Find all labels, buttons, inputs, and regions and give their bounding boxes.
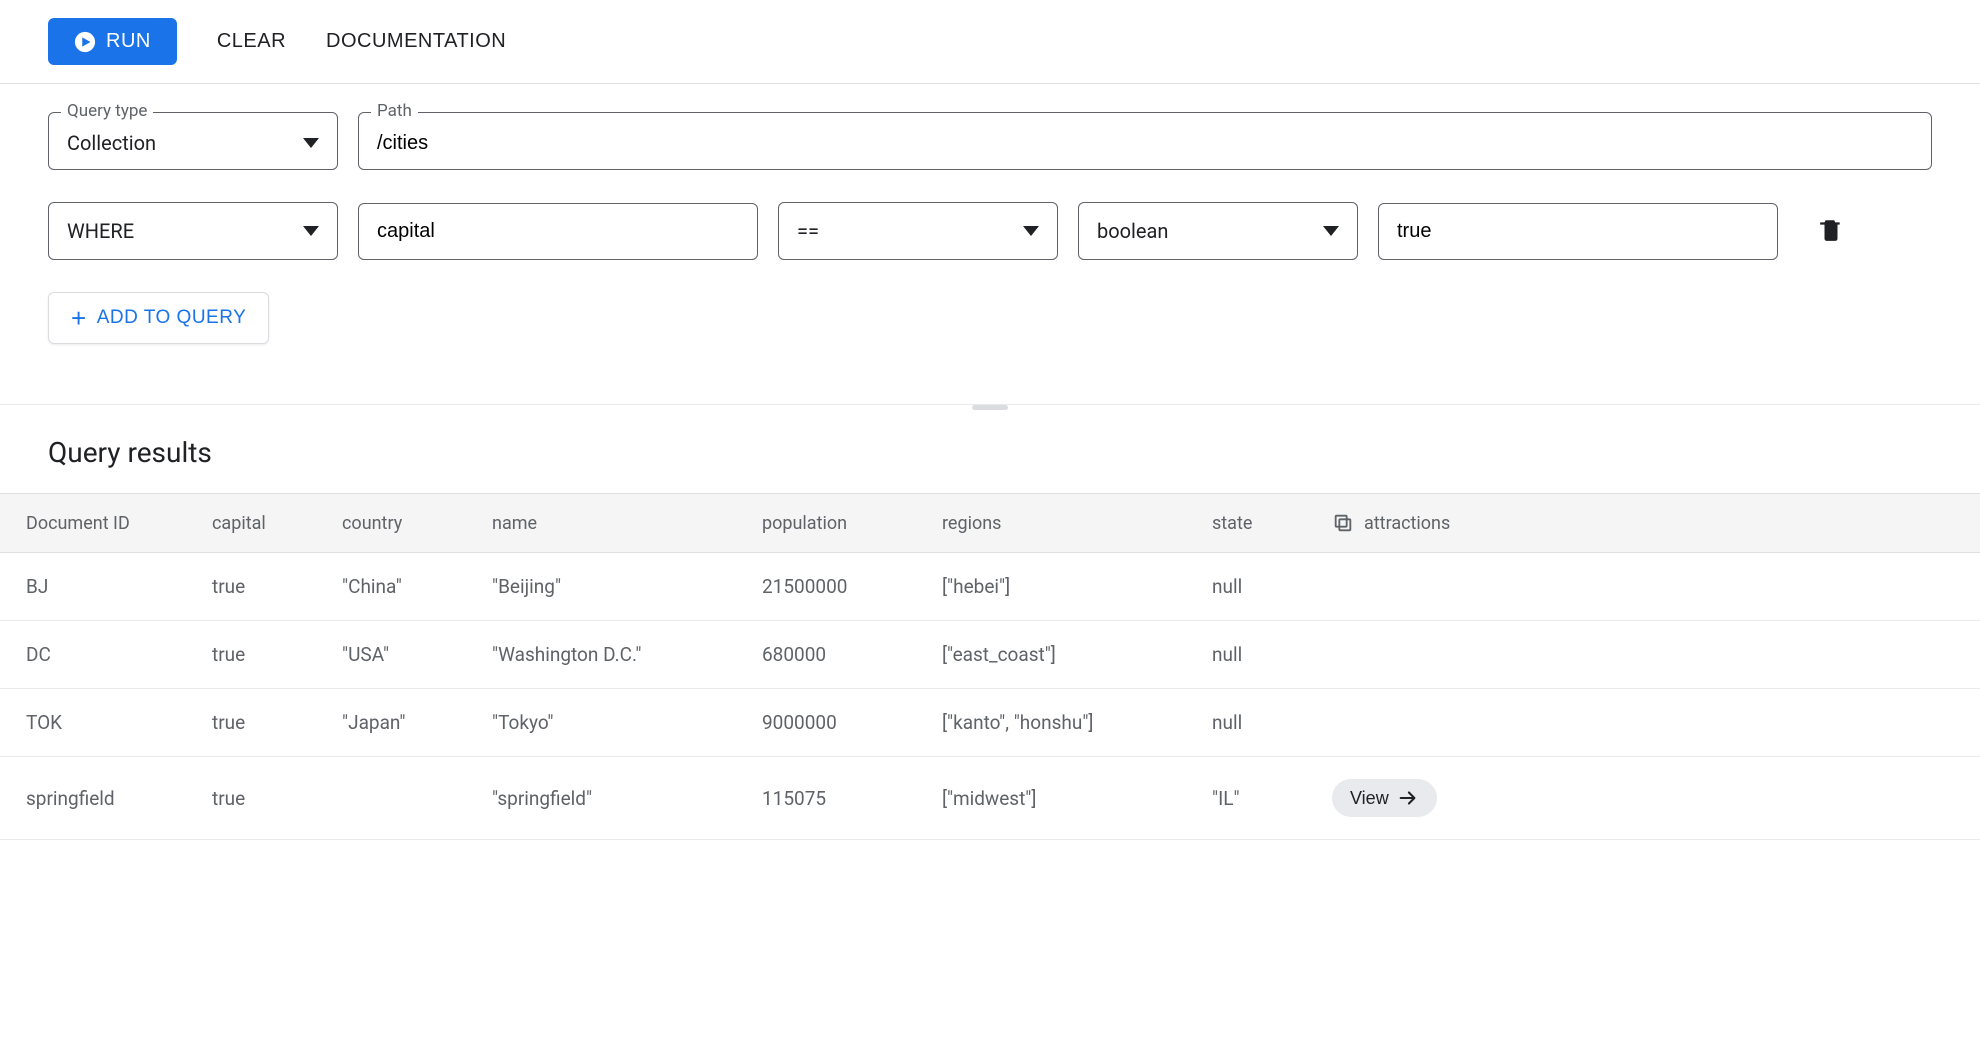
col-document-id[interactable]: Document ID [0, 494, 200, 553]
results-title: Query results [0, 428, 1980, 493]
table-cell: null [1200, 689, 1320, 757]
clause-kind-value: WHERE [67, 219, 134, 243]
trash-icon [1818, 217, 1844, 243]
clause-kind-select[interactable]: WHERE [48, 202, 338, 260]
arrow-right-icon [1397, 787, 1419, 809]
plus-icon: + [71, 305, 87, 331]
col-capital[interactable]: capital [200, 494, 330, 553]
chevron-down-icon [303, 138, 319, 148]
table-cell: true [200, 689, 330, 757]
col-population[interactable]: population [750, 494, 930, 553]
table-cell: "China" [330, 553, 480, 621]
col-country[interactable]: country [330, 494, 480, 553]
table-cell: "Beijing" [480, 553, 750, 621]
table-cell: 9000000 [750, 689, 930, 757]
run-button[interactable]: RUN [48, 18, 177, 65]
grip-icon [972, 405, 1008, 410]
table-cell: "Tokyo" [480, 689, 750, 757]
table-cell: ["hebei"] [930, 553, 1200, 621]
path-label: Path [371, 101, 418, 121]
table-cell: ["kanto", "honshu"] [930, 689, 1200, 757]
clause-operator-value: == [797, 219, 819, 243]
clause-value-input[interactable] [1397, 220, 1759, 243]
table-cell-attractions [1320, 621, 1980, 689]
col-name[interactable]: name [480, 494, 750, 553]
col-attractions[interactable]: attractions [1320, 494, 1980, 553]
query-builder: Query type Collection Path WHERE == bool… [0, 84, 1980, 404]
table-cell: "USA" [330, 621, 480, 689]
clause-operator-select[interactable]: == [778, 202, 1058, 260]
table-cell: ["midwest"] [930, 757, 1200, 840]
results-table: Document ID capital country name populat… [0, 493, 1980, 840]
table-cell: null [1200, 621, 1320, 689]
run-label: RUN [106, 30, 151, 53]
chevron-down-icon [303, 226, 319, 236]
results-panel: Query results Document ID capital countr… [0, 410, 1980, 840]
query-type-select[interactable]: Query type Collection [48, 112, 338, 170]
table-cell: true [200, 757, 330, 840]
table-cell: BJ [0, 553, 200, 621]
chevron-down-icon [1323, 226, 1339, 236]
view-label: View [1350, 788, 1389, 809]
table-cell: true [200, 621, 330, 689]
table-row[interactable]: TOKtrue"Japan""Tokyo"9000000["kanto", "h… [0, 689, 1980, 757]
add-to-query-label: ADD TO QUERY [97, 307, 247, 329]
table-cell: springfield [0, 757, 200, 840]
table-cell: DC [0, 621, 200, 689]
table-cell: "Washington D.C." [480, 621, 750, 689]
table-cell [330, 757, 480, 840]
toolbar: RUN CLEAR DOCUMENTATION [0, 0, 1980, 84]
path-field[interactable]: Path [358, 112, 1932, 170]
delete-clause-button[interactable] [1810, 209, 1852, 254]
table-cell: true [200, 553, 330, 621]
table-cell: "Japan" [330, 689, 480, 757]
subcollection-icon [1332, 512, 1354, 534]
table-header-row: Document ID capital country name populat… [0, 494, 1980, 553]
table-cell: 680000 [750, 621, 930, 689]
table-cell: 115075 [750, 757, 930, 840]
col-regions[interactable]: regions [930, 494, 1200, 553]
query-type-value: Collection [67, 131, 156, 155]
table-cell: "springfield" [480, 757, 750, 840]
table-row[interactable]: DCtrue"USA""Washington D.C."680000["east… [0, 621, 1980, 689]
path-input[interactable] [377, 132, 1913, 155]
table-row[interactable]: springfieldtrue "springfield"115075["midw… [0, 757, 1980, 840]
col-attractions-label: attractions [1364, 513, 1450, 534]
clause-type-value: boolean [1097, 219, 1168, 243]
clear-button[interactable]: CLEAR [217, 30, 286, 53]
add-to-query-button[interactable]: + ADD TO QUERY [48, 292, 269, 344]
table-cell-attractions [1320, 553, 1980, 621]
col-state[interactable]: state [1200, 494, 1320, 553]
table-cell: TOK [0, 689, 200, 757]
view-subcollection-button[interactable]: View [1332, 779, 1437, 817]
documentation-button[interactable]: DOCUMENTATION [326, 30, 506, 53]
table-cell: 21500000 [750, 553, 930, 621]
clause-field-input-wrapper[interactable] [358, 203, 758, 260]
where-clause-row: WHERE == boolean [48, 202, 1932, 260]
clause-type-select[interactable]: boolean [1078, 202, 1358, 260]
chevron-down-icon [1023, 226, 1039, 236]
table-cell-attractions: View [1320, 757, 1980, 840]
query-type-label: Query type [61, 101, 153, 121]
clause-value-input-wrapper[interactable] [1378, 203, 1778, 260]
table-cell: ["east_coast"] [930, 621, 1200, 689]
table-cell: null [1200, 553, 1320, 621]
table-row[interactable]: BJtrue"China""Beijing"21500000["hebei"]n… [0, 553, 1980, 621]
table-cell-attractions [1320, 689, 1980, 757]
table-cell: "IL" [1200, 757, 1320, 840]
play-icon [74, 31, 96, 53]
clause-field-input[interactable] [377, 220, 739, 243]
